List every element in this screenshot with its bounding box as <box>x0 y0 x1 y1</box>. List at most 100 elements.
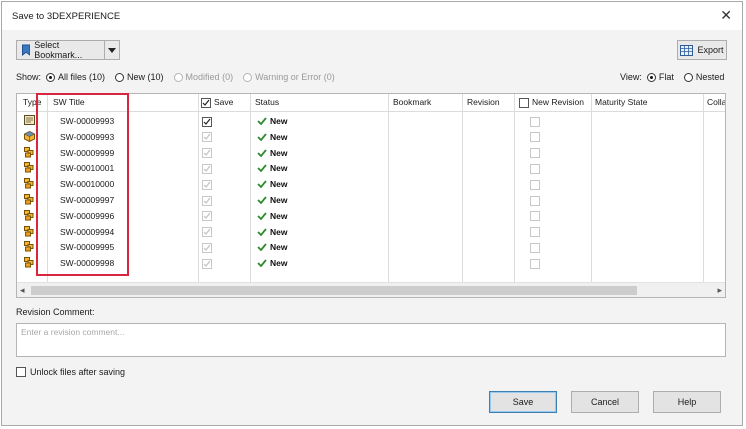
radio-dot <box>115 72 125 82</box>
status-cell: New <box>257 211 287 221</box>
revision-comment-input[interactable] <box>16 323 726 357</box>
check-icon <box>257 228 267 236</box>
table-row[interactable]: SW-00010000 New <box>17 176 725 192</box>
cancel-button[interactable]: Cancel <box>571 391 639 413</box>
col-header-sw-title[interactable]: SW Title <box>53 94 85 111</box>
col-header-type[interactable]: Type <box>23 94 41 111</box>
sw-title-cell: SW-00009998 <box>60 258 115 269</box>
col-header-new-revision[interactable]: New Revision <box>519 94 584 111</box>
check-icon <box>257 196 267 205</box>
save-button[interactable]: Save <box>489 391 557 413</box>
col-header-save-label: Save <box>214 97 234 107</box>
assembly-icon <box>24 225 35 239</box>
save-checkbox <box>202 148 212 159</box>
status-label: New <box>270 131 288 142</box>
new-revision-checkbox <box>530 227 540 238</box>
unlock-files-checkbox[interactable] <box>16 367 26 377</box>
check-icon <box>203 134 211 141</box>
scroll-left-icon[interactable]: ◂ <box>20 285 25 296</box>
status-cell: New <box>257 148 287 158</box>
check-icon <box>257 180 267 189</box>
table-row[interactable]: SW-00009993 New <box>17 129 725 145</box>
new-revision-checkbox <box>530 164 540 175</box>
select-bookmark-main[interactable]: Select Bookmark... <box>17 40 105 60</box>
check-icon <box>257 259 267 268</box>
table-row[interactable]: SW-00009997 New <box>17 192 725 208</box>
table-row[interactable]: SW-00009996 New <box>17 208 725 224</box>
save-checkbox <box>202 243 212 254</box>
check-icon <box>257 117 267 126</box>
scroll-right-icon[interactable]: ▸ <box>717 285 722 296</box>
radio-dot <box>46 72 56 82</box>
col-header-new-revision-label: New Revision <box>532 97 584 107</box>
header-divider <box>17 111 725 112</box>
status-label: New <box>270 116 288 126</box>
bookmark-icon <box>22 44 31 56</box>
status-label: New <box>270 163 288 174</box>
radio-dot <box>173 72 183 82</box>
select-bookmark-button[interactable]: Select Bookmark... <box>16 40 120 60</box>
radio-modified: Modified (0) <box>173 72 233 82</box>
export-button[interactable]: Export <box>677 40 727 60</box>
check-icon <box>203 149 211 157</box>
radio-all-files-label: All files (10) <box>58 72 106 82</box>
save-all-checkbox[interactable] <box>201 97 211 108</box>
unlock-files-option[interactable]: Unlock files after saving <box>16 367 125 377</box>
check-icon <box>202 99 210 106</box>
radio-all-files[interactable]: All files (10) <box>46 72 105 82</box>
save-checkbox <box>202 258 212 269</box>
col-header-maturity-state[interactable]: Maturity State <box>595 94 647 111</box>
drawing-icon <box>24 115 35 127</box>
sw-title-cell: SW-00009996 <box>60 210 115 221</box>
col-header-status[interactable]: Status <box>255 94 279 111</box>
radio-new[interactable]: New (10) <box>115 72 164 82</box>
check-icon <box>203 260 211 267</box>
save-checkbox <box>202 227 212 238</box>
close-icon[interactable]: ✕ <box>720 8 732 22</box>
export-label: Export <box>697 45 724 55</box>
status-cell: New <box>257 227 287 237</box>
check-icon <box>203 228 211 236</box>
col-header-revision[interactable]: Revision <box>467 94 500 111</box>
sw-title-cell: SW-00009999 <box>60 147 115 158</box>
col-header-colla[interactable]: Colla <box>707 94 725 111</box>
table-row[interactable]: SW-00009995 New <box>17 239 725 255</box>
radio-flat[interactable]: Flat <box>646 72 674 82</box>
radio-warning-error: Warning or Error (0) <box>243 72 335 82</box>
assembly-icon <box>24 257 35 270</box>
new-revision-checkbox <box>530 116 540 127</box>
status-label: New <box>270 226 288 237</box>
status-cell: New <box>257 195 287 205</box>
status-cell: New <box>257 116 287 126</box>
view-filter: View: Flat Nested <box>620 70 724 84</box>
check-icon <box>257 212 267 221</box>
status-cell: New <box>257 242 287 252</box>
save-checkbox <box>202 195 212 206</box>
radio-warning-error-label: Warning or Error (0) <box>255 72 335 82</box>
sw-title-cell: SW-00010001 <box>60 163 115 174</box>
help-button[interactable]: Help <box>653 391 721 413</box>
col-header-bookmark[interactable]: Bookmark <box>393 94 431 111</box>
export-icon <box>680 44 694 56</box>
table-row[interactable]: SW-00009998 New <box>17 255 725 271</box>
save-checkbox[interactable] <box>202 116 212 127</box>
radio-nested[interactable]: Nested <box>683 72 724 82</box>
col-header-save[interactable]: Save <box>201 94 233 111</box>
save-checkbox <box>202 132 212 143</box>
table-row[interactable]: SW-00010001 New <box>17 160 725 176</box>
table-row[interactable]: SW-00009994 New <box>17 224 725 240</box>
horizontal-scrollbar[interactable]: ◂ ▸ <box>17 282 725 297</box>
save-checkbox <box>202 164 212 175</box>
table-row[interactable]: SW-00009993 New <box>17 113 725 129</box>
scrollbar-thumb[interactable] <box>31 286 637 295</box>
assembly-icon <box>24 194 35 207</box>
new-revision-all-checkbox[interactable] <box>519 97 529 108</box>
title-bar: Save to 3DEXPERIENCE ✕ <box>2 2 742 30</box>
radio-new-label: New (10) <box>127 72 164 82</box>
status-label: New <box>270 210 288 221</box>
status-label: New <box>270 147 288 158</box>
new-revision-checkbox <box>530 179 540 190</box>
check-icon <box>203 213 211 220</box>
table-row[interactable]: SW-00009999 New <box>17 145 725 161</box>
bookmark-dropdown-arrow[interactable] <box>105 47 119 53</box>
